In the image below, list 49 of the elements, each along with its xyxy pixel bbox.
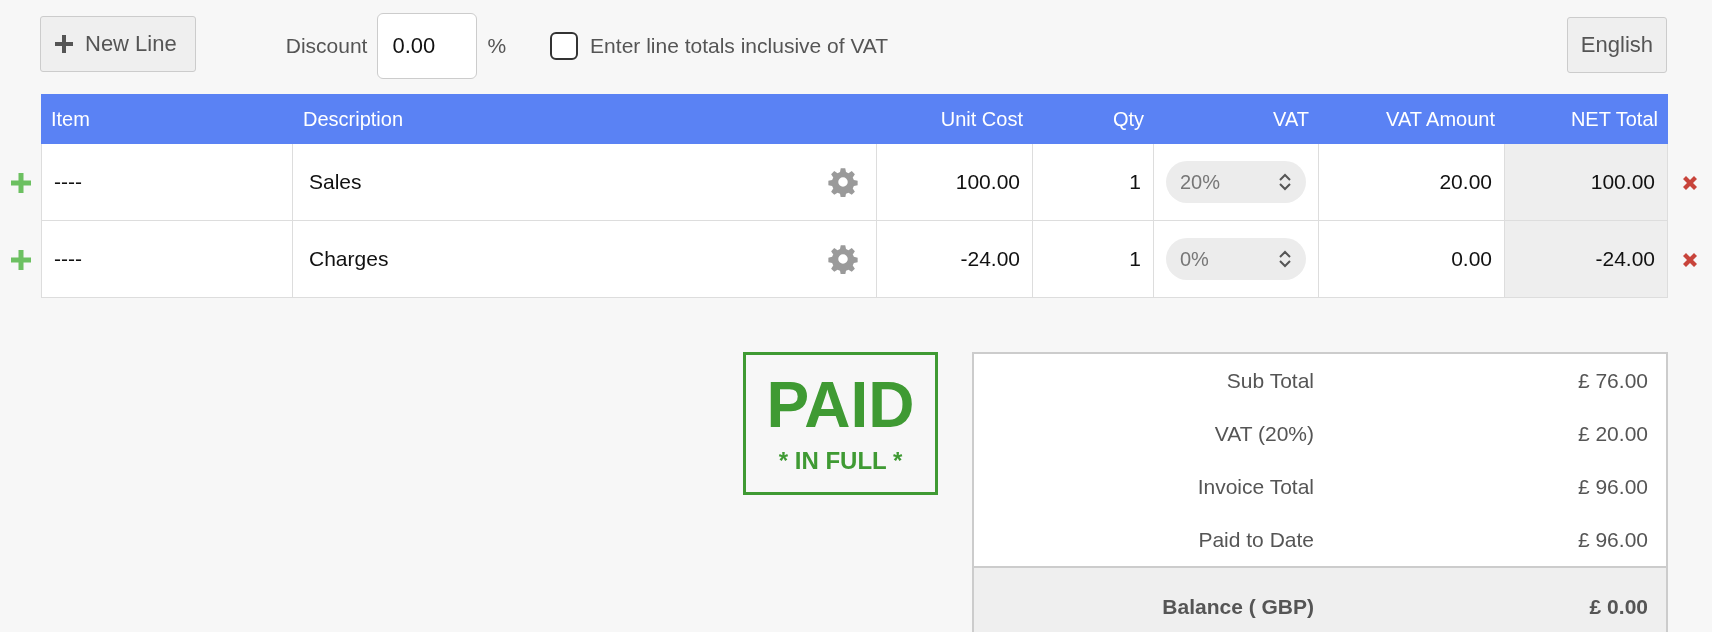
table-cell: 100.00 bbox=[955, 170, 1020, 194]
total-label: Paid to Date bbox=[1197, 527, 1314, 552]
checkbox[interactable] bbox=[550, 32, 579, 60]
language-button[interactable]: English bbox=[1566, 17, 1667, 73]
add-line-icon[interactable] bbox=[10, 172, 31, 193]
table-cell: 1 bbox=[1129, 170, 1141, 194]
total-value: £ 20.00 bbox=[1576, 421, 1649, 446]
total-value: £ 0.00 bbox=[1588, 595, 1649, 619]
stamp-subtitle: * IN FULL * bbox=[778, 446, 903, 475]
vat-select[interactable]: 0% bbox=[1166, 238, 1306, 280]
total-label: Invoice Total bbox=[1196, 474, 1314, 499]
table-cell: ---- bbox=[54, 170, 82, 194]
table-cell: -24.00 bbox=[1595, 247, 1655, 271]
total-label: Balance ( GBP) bbox=[1161, 595, 1314, 619]
vat-select[interactable]: 20% bbox=[1166, 161, 1306, 203]
stamp-title: PAID bbox=[766, 372, 915, 437]
checkbox-label: Enter line totals inclusive of VAT bbox=[590, 34, 889, 58]
column-header: NET Total bbox=[1505, 94, 1668, 144]
percent-label: % bbox=[487, 34, 507, 58]
settings-icon[interactable] bbox=[828, 244, 858, 274]
chevron-icon bbox=[1278, 250, 1292, 268]
delete-icon[interactable] bbox=[1681, 173, 1699, 192]
table-cell: 0.00 bbox=[1451, 247, 1492, 271]
new-line-button[interactable]: New Line bbox=[40, 16, 196, 72]
description-text: Sales bbox=[309, 170, 362, 194]
plus-icon bbox=[55, 35, 73, 53]
table-cell: 1 bbox=[1129, 247, 1141, 271]
delete-icon[interactable] bbox=[1681, 250, 1699, 269]
total-label: Sub Total bbox=[1225, 368, 1314, 393]
discount-label: Discount bbox=[285, 34, 368, 58]
column-header: Description bbox=[293, 94, 877, 144]
table-cell: 100.00 bbox=[1590, 170, 1655, 194]
table-cell: -24.00 bbox=[960, 247, 1020, 271]
table-cell: 20.00 bbox=[1439, 170, 1492, 194]
total-label: VAT (20%) bbox=[1213, 421, 1314, 446]
total-value: £ 76.00 bbox=[1576, 368, 1649, 393]
total-value: £ 96.00 bbox=[1576, 474, 1649, 499]
column-header: Item bbox=[41, 94, 293, 144]
chevron-icon bbox=[1278, 173, 1292, 191]
settings-icon[interactable] bbox=[828, 167, 858, 197]
column-header: Qty bbox=[1033, 94, 1154, 144]
column-header: VAT bbox=[1154, 94, 1319, 144]
discount-field[interactable]: 0.00 bbox=[377, 13, 478, 79]
column-header: VAT Amount bbox=[1319, 94, 1505, 144]
total-value: £ 96.00 bbox=[1576, 527, 1649, 552]
column-header: Unit Cost bbox=[877, 94, 1033, 144]
add-line-icon[interactable] bbox=[10, 249, 31, 270]
description-text: Charges bbox=[309, 247, 389, 271]
table-cell: ---- bbox=[54, 247, 82, 271]
